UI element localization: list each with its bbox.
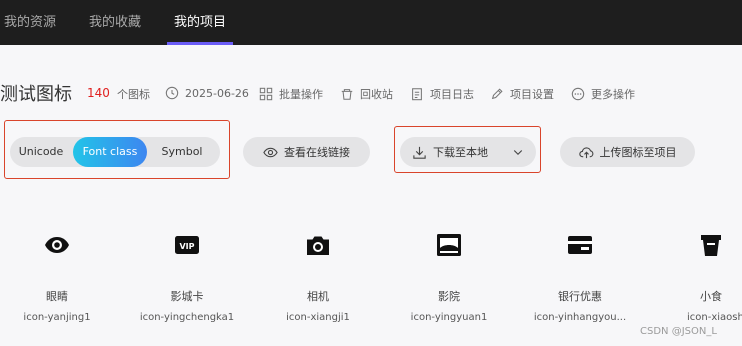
- recycle-icon: [341, 89, 353, 100]
- tab-my-resources[interactable]: 我的资源: [4, 0, 56, 45]
- upload-label: 上传图标至项目: [599, 146, 677, 159]
- batch-action[interactable]: 批量操作: [259, 86, 323, 102]
- cinema-icon: [437, 234, 461, 256]
- svg-text:VIP: VIP: [179, 242, 194, 251]
- recycle-action[interactable]: 回收站: [340, 86, 393, 102]
- icon-card-yingchengka[interactable]: VIP 影城卡 icon-yingchengka1: [127, 228, 247, 323]
- icon-class: icon-yinhangyou...: [533, 312, 627, 323]
- icon-class: icon-yingyuan1: [410, 312, 488, 323]
- snack-cup-icon: [701, 235, 721, 256]
- icon-name: 小食: [700, 290, 722, 303]
- view-online-link-label: 查看在线链接: [284, 146, 350, 159]
- more-action[interactable]: 更多操作: [571, 86, 635, 102]
- tab-my-favorites[interactable]: 我的收藏: [89, 0, 141, 45]
- upload-button[interactable]: 上传图标至项目: [560, 137, 695, 167]
- icon-class: icon-xiaosh: [687, 312, 742, 323]
- icon-count-label: 个图标: [117, 88, 150, 101]
- vip-card-icon: VIP: [175, 236, 199, 254]
- log-action-label: 项目日志: [430, 88, 474, 101]
- icon-name: 影院: [438, 290, 460, 303]
- icon-class: icon-xiangji1: [286, 312, 350, 323]
- view-online-link-button[interactable]: 查看在线链接: [243, 137, 370, 167]
- more-action-label: 更多操作: [591, 88, 635, 101]
- icon-card-xiaoshi[interactable]: 小食 icon-xiaosh: [650, 228, 742, 323]
- watermark: CSDN @JSON_L: [640, 326, 717, 337]
- log-icon: [412, 88, 422, 101]
- tab-my-projects[interactable]: 我的项目: [174, 0, 226, 45]
- recycle-action-label: 回收站: [360, 88, 393, 101]
- cloud-upload-icon: [578, 146, 593, 158]
- icon-class: icon-yanjing1: [23, 312, 91, 323]
- batch-action-label: 批量操作: [279, 88, 323, 101]
- eye-icon: [45, 237, 69, 253]
- batch-icon: [259, 87, 273, 101]
- settings-icon: [491, 88, 503, 100]
- download-highlight-box: [394, 126, 541, 173]
- icon-card-xiangji[interactable]: 相机 icon-xiangji1: [258, 228, 378, 323]
- top-nav: 我的资源 我的收藏 我的项目: [0, 0, 742, 45]
- icon-name: 眼睛: [46, 290, 68, 303]
- icon-class: icon-yingchengka1: [139, 312, 235, 323]
- settings-action[interactable]: 项目设置: [490, 86, 554, 102]
- settings-action-label: 项目设置: [510, 88, 554, 101]
- project-title: 测试图标: [0, 84, 72, 105]
- more-icon: [571, 87, 585, 101]
- icon-card-yingyuan[interactable]: 影院 icon-yingyuan1: [389, 228, 509, 323]
- icon-count: 140: [87, 86, 110, 100]
- icon-name: 影城卡: [170, 290, 204, 303]
- clock-icon: [165, 86, 179, 100]
- icon-card-yanjing[interactable]: 眼睛 icon-yanjing1: [0, 228, 117, 323]
- active-tab-indicator: [167, 42, 233, 45]
- icon-name: 银行优惠: [558, 290, 602, 303]
- project-date: 2025-06-26: [165, 86, 249, 100]
- icon-card-yinhangyouhui[interactable]: 银行优惠 icon-yinhangyou...: [520, 228, 640, 323]
- eye-outline-icon: [263, 147, 278, 157]
- icon-name: 相机: [307, 290, 329, 303]
- format-highlight-box: [4, 120, 230, 179]
- bank-card-icon: [568, 236, 592, 254]
- project-date-text: 2025-06-26: [185, 86, 249, 100]
- log-action[interactable]: 项目日志: [410, 86, 474, 102]
- camera-icon: [307, 236, 329, 255]
